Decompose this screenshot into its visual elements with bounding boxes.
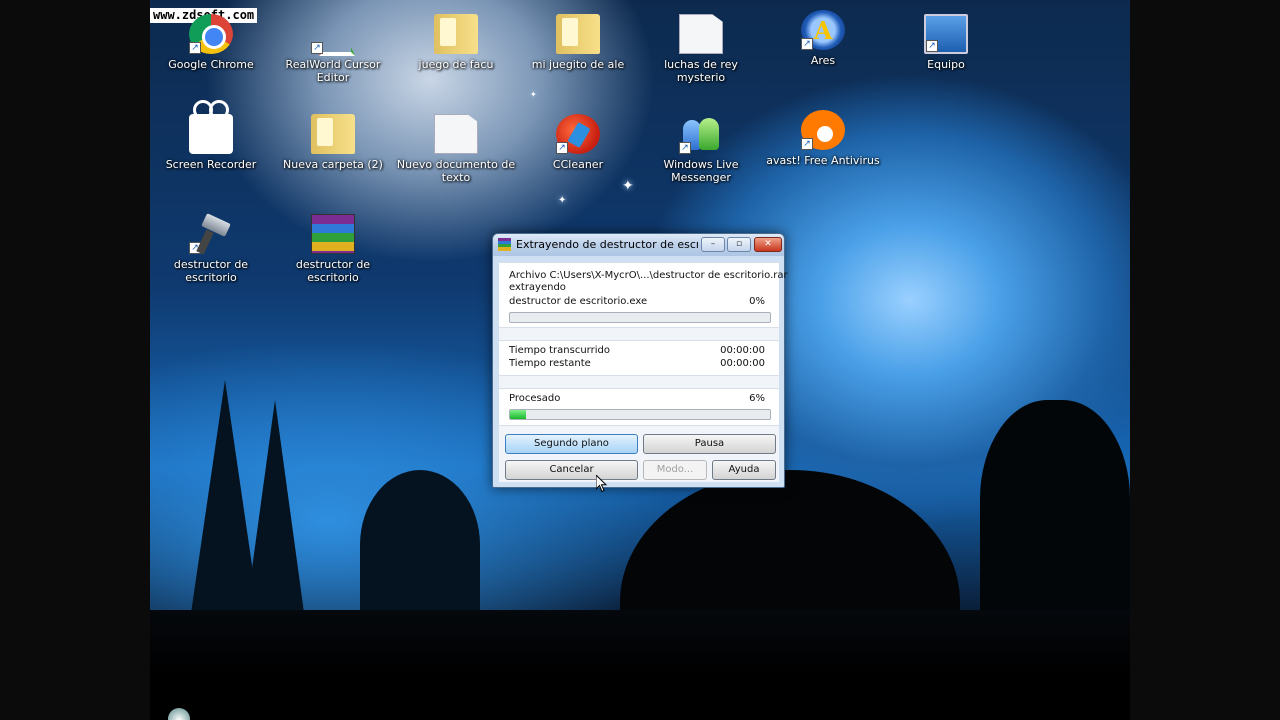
desktop-icon-label: mi juegito de ale: [531, 58, 625, 71]
file-percent: 0%: [749, 296, 765, 307]
winrar-icon: [498, 238, 511, 251]
archive-path: Archivo C:\Users\X-MycrO\...\destructor …: [509, 270, 788, 281]
status-text: extrayendo: [509, 282, 566, 293]
desktop-icon-label: Nuevo documento de texto: [396, 158, 516, 184]
maximize-button[interactable]: ▫: [727, 237, 751, 252]
realworld-icon: ↗: [311, 14, 355, 54]
desktop-icon-screen-recorder[interactable]: Screen Recorder: [151, 100, 271, 171]
help-button[interactable]: Ayuda: [712, 460, 776, 480]
shortcut-arrow-icon: ↗: [926, 40, 938, 52]
shortcut-arrow-icon: ↗: [189, 242, 201, 254]
minimize-button[interactable]: –: [701, 237, 725, 252]
ares-icon: ↗: [801, 10, 845, 50]
extraction-dialog: Extrayendo de destructor de escrit... – …: [492, 233, 788, 488]
document-icon: [679, 14, 723, 54]
tree-silhouette: [980, 400, 1130, 620]
camera-icon: [189, 100, 233, 154]
folder-icon: [434, 14, 478, 54]
desktop-icon-equipo[interactable]: ↗ Equipo: [886, 14, 1006, 71]
desktop-icon-google-chrome[interactable]: ↗ Google Chrome: [151, 14, 271, 71]
processed-progress-fill: [510, 410, 526, 419]
winrar-icon: [311, 214, 355, 254]
tree-silhouette: [245, 400, 305, 620]
desktop-icon-juego-de-facu[interactable]: juego de facu: [396, 14, 516, 71]
shortcut-arrow-icon: ↗: [311, 42, 323, 54]
cancel-button[interactable]: Cancelar: [505, 460, 638, 480]
desktop-icon-label: Windows Live Messenger: [663, 158, 739, 184]
background-button[interactable]: Segundo plano: [505, 434, 638, 454]
desktop-icon-label: destructor de escritorio: [295, 258, 371, 284]
close-button[interactable]: ✕: [754, 237, 782, 252]
folder-icon: [311, 114, 355, 154]
shortcut-arrow-icon: ↗: [801, 38, 813, 50]
desktop-icon-destructor-shortcut[interactable]: ↗ destructor de escritorio: [151, 214, 271, 284]
shortcut-arrow-icon: ↗: [556, 142, 568, 154]
tree-silhouette: [190, 380, 260, 620]
desktop-icon-nuevo-documento[interactable]: Nuevo documento de texto: [396, 114, 516, 184]
elapsed-label: Tiempo transcurrido: [509, 345, 610, 356]
star-sparkle: ✦: [558, 195, 567, 206]
desktop-icon-luchas[interactable]: luchas de rey mysterio: [641, 14, 761, 84]
tree-silhouette: [360, 470, 480, 620]
chrome-icon: ↗: [189, 14, 233, 54]
desktop-icon-mi-juegito[interactable]: mi juegito de ale: [518, 14, 638, 71]
processed-section: Procesado 6%: [499, 388, 779, 426]
mode-button[interactable]: Modo...: [643, 460, 707, 480]
processed-progress-bar: [509, 409, 771, 420]
desktop-icon-label: destructor de escritorio: [173, 258, 249, 284]
desktop-icon-label: Screen Recorder: [165, 158, 257, 171]
desktop-icon-destructor-rar[interactable]: destructor de escritorio: [273, 214, 393, 284]
desktop-icon-realworld[interactable]: ↗ RealWorld Cursor Editor: [273, 14, 393, 84]
dialog-title: Extrayendo de destructor de escrit...: [516, 238, 698, 251]
desktop-icon-label: Google Chrome: [168, 58, 254, 71]
letterbox-left: [0, 0, 150, 720]
desktop-icon-label: avast! Free Antivirus: [766, 154, 880, 167]
dialog-titlebar[interactable]: Extrayendo de destructor de escrit... – …: [493, 234, 784, 256]
shortcut-arrow-icon: ↗: [801, 138, 813, 150]
desktop-icon-nueva-carpeta[interactable]: Nueva carpeta (2): [273, 114, 393, 171]
mouse-cursor-icon: [596, 475, 608, 493]
folder-icon: [556, 14, 600, 54]
desktop-icon-label: RealWorld Cursor Editor: [285, 58, 381, 84]
file-progress-bar: [509, 312, 771, 323]
elapsed-value: 00:00:00: [720, 345, 765, 356]
pause-button[interactable]: Pausa: [643, 434, 776, 454]
remaining-value: 00:00:00: [720, 358, 765, 369]
shortcut-arrow-icon: ↗: [189, 42, 201, 54]
desktop-icon-label: Nueva carpeta (2): [283, 158, 383, 171]
ccleaner-icon: ↗: [556, 114, 600, 154]
dialog-body: Archivo C:\Users\X-MycrO\...\destructor …: [499, 262, 788, 482]
desktop-icon-messenger[interactable]: ↗ Windows Live Messenger: [641, 114, 761, 184]
letterbox-right: [1130, 0, 1280, 720]
remaining-label: Tiempo restante: [509, 358, 591, 369]
messenger-icon: ↗: [679, 114, 723, 154]
desktop-icon-label: CCleaner: [552, 158, 604, 171]
processed-percent: 6%: [749, 393, 765, 404]
grass-ground: [150, 610, 1130, 720]
desktop-icon-label: Equipo: [927, 58, 965, 71]
shortcut-arrow-icon: ↗: [679, 142, 691, 154]
time-section: Tiempo transcurrido 00:00:00 Tiempo rest…: [499, 340, 779, 376]
star-sparkle: ✦: [622, 178, 634, 194]
desktop-icon-avast[interactable]: ↗ avast! Free Antivirus: [763, 110, 883, 167]
file-section: Archivo C:\Users\X-MycrO\...\destructor …: [499, 262, 788, 328]
desktop-icon-label: juego de facu: [418, 58, 494, 71]
desktop-icon-label: Ares: [810, 54, 836, 67]
hammer-icon: ↗: [189, 214, 233, 254]
computer-icon: ↗: [924, 14, 968, 54]
processed-label: Procesado: [509, 393, 561, 404]
desktop-icon-ares[interactable]: ↗ Ares: [763, 10, 883, 67]
document-icon: [434, 114, 478, 154]
star-sparkle: ✦: [530, 90, 537, 99]
current-file-name: destructor de escritorio.exe: [509, 296, 648, 307]
desktop-icon-ccleaner[interactable]: ↗ CCleaner: [518, 114, 638, 171]
avast-icon: ↗: [801, 110, 845, 150]
desktop-icon-label: luchas de rey mysterio: [664, 58, 738, 84]
